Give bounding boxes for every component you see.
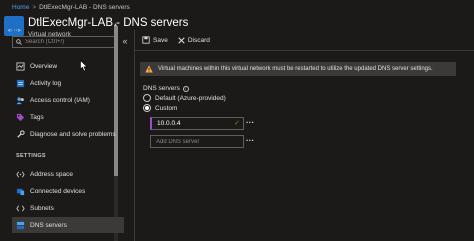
sidebar-item-activity-log[interactable]: Activity log [12,75,124,91]
sidebar-item-label: Connected devices [30,187,86,195]
radio-default[interactable]: Default (Azure-provided) [143,94,226,102]
radio-label: Default (Azure-provided) [155,94,226,102]
sidebar-nav: Overview Activity log Access control (IA… [12,56,126,241]
activity-log-icon [16,79,25,88]
breadcrumb-current[interactable]: DtlExecMgr-LAB - DNS servers [39,4,130,11]
info-icon[interactable]: i [182,85,189,92]
sidebar-item-label: Activity log [30,79,62,87]
dns-servers-label: DNS servers i [143,85,189,92]
sidebar-item-tags[interactable]: Tags [12,109,124,125]
radio-button[interactable] [143,104,151,112]
command-bar: Save Discard [138,32,210,48]
save-label: Save [153,36,168,44]
overview-icon [16,61,25,71]
breadcrumb-home-link[interactable]: Home [12,4,29,11]
more-options-button[interactable]: ... [246,134,254,143]
breadcrumb: Home > DtlExecMgr-LAB - DNS servers [0,0,474,14]
save-button[interactable]: Save [142,36,168,44]
more-options-button[interactable]: ... [246,116,254,125]
sidebar-item-dns-servers[interactable]: DNS servers [12,217,124,233]
breadcrumb-separator: > [32,3,37,11]
tag-icon [16,113,25,122]
collapse-sidebar-button[interactable]: « [120,34,130,48]
subnets-icon [16,204,25,213]
pane-divider [134,30,135,241]
iam-icon [16,96,25,105]
connected-devices-icon [16,187,25,196]
radio-button[interactable] [143,94,151,102]
settings-section-header: SETTINGS [16,153,46,159]
sidebar-item-label: Overview [30,62,58,70]
sidebar-item-diagnose[interactable]: Diagnose and solve problems [12,126,124,142]
sidebar-item-iam[interactable]: Access control (IAM) [12,92,124,108]
search-input[interactable] [25,39,115,45]
address-space-icon [16,170,25,179]
dns-server-value: 10.0.0.4 [157,120,181,127]
add-dns-server-field[interactable] [150,135,244,148]
warning-banner: Virtual machines within this virtual net… [140,62,456,76]
sidebar-item-subnets[interactable]: Subnets [12,200,124,216]
add-dns-server-input[interactable] [156,138,236,145]
sidebar-search[interactable] [12,36,116,48]
sidebar-item-label: Access control (IAM) [30,96,90,104]
dns-servers-label-text: DNS servers [143,85,180,92]
sidebar-item-label: Subnets [30,204,54,212]
sidebar-item-label: Address space [30,170,73,178]
radio-label: Custom [155,104,178,112]
page-title: DtlExecMgr-LAB - DNS servers [28,17,189,29]
warning-icon [145,65,153,73]
discard-button[interactable]: Discard [178,37,210,44]
sidebar-item-label: Diagnose and solve problems [30,130,116,138]
wrench-icon [16,129,25,139]
toolbar-divider [135,50,474,51]
warning-text: Virtual machines within this virtual net… [158,66,433,72]
sidebar-item-label: DNS servers [30,221,67,229]
save-icon [142,36,150,44]
sidebar-item-connected-devices[interactable]: Connected devices [12,183,124,199]
search-icon [16,39,22,45]
dns-icon [16,221,25,230]
checkmark-icon: ✓ [234,120,240,127]
sidebar-item-overview[interactable]: Overview [12,58,124,74]
dns-server-field[interactable]: 10.0.0.4 ✓ [150,117,244,130]
mouse-cursor-icon [80,60,88,72]
radio-custom[interactable]: Custom [143,104,177,112]
close-icon [178,36,185,44]
sidebar-item-label: Tags [30,113,44,121]
discard-label: Discard [187,36,210,44]
sidebar-item-address-space[interactable]: Address space [12,166,124,182]
